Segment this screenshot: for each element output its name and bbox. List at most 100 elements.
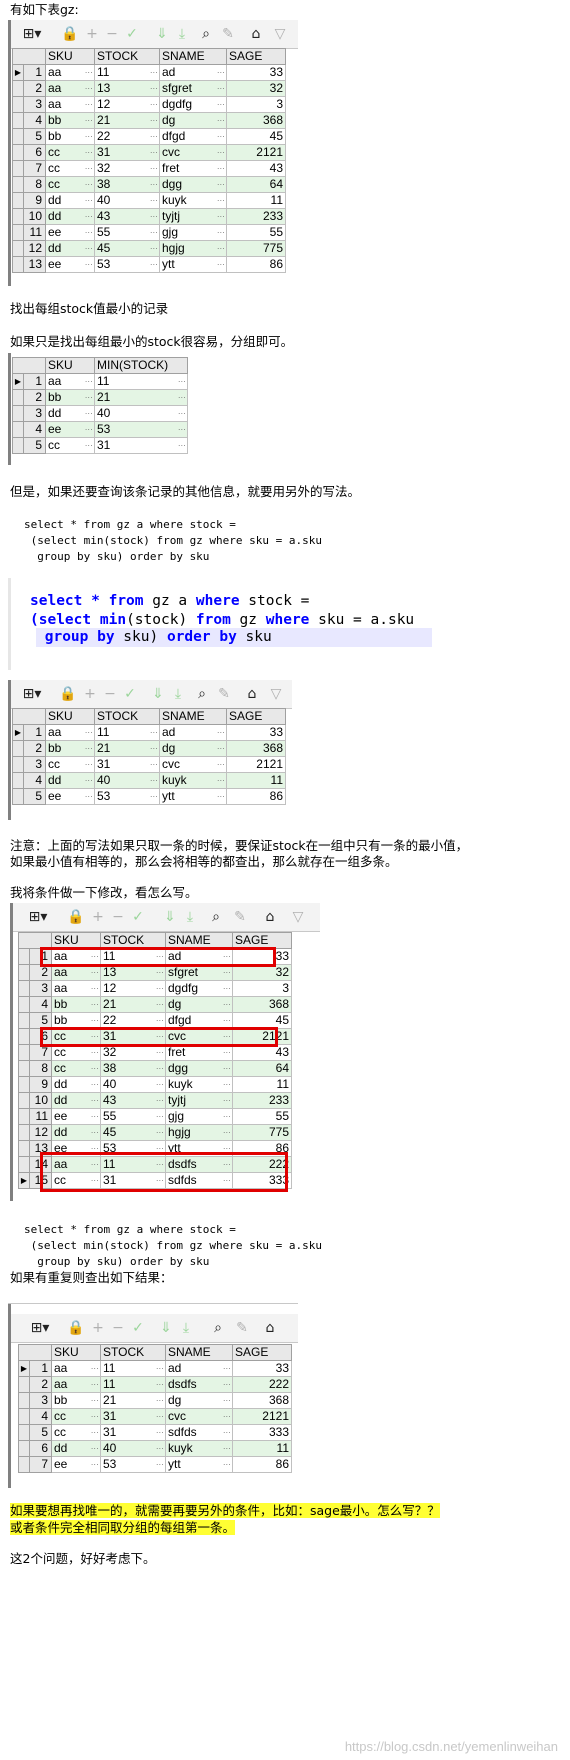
table-cell[interactable]: 333	[232, 1424, 292, 1441]
delete-row-icon[interactable]: −	[101, 680, 119, 708]
table-row[interactable]: 5 bb ··· 22 ··· dfgd ··· 45	[12, 128, 286, 145]
cell-editor-icon[interactable]: ···	[148, 240, 160, 257]
cell-editor-icon[interactable]: ···	[221, 1456, 233, 1473]
cell-editor-icon[interactable]: ···	[215, 724, 227, 741]
table-cell[interactable]: 32	[93, 160, 149, 177]
cell-editor-icon[interactable]: ···	[148, 740, 160, 757]
cell-editor-icon[interactable]: ···	[215, 256, 227, 273]
table-row[interactable]: 5 cc ··· 31 ··· sdfds ··· 333	[18, 1424, 292, 1441]
cell-editor-icon[interactable]: ···	[154, 1108, 166, 1125]
table-row[interactable]: 9 dd ··· 40 ··· kuyk ··· 11	[12, 192, 286, 209]
table-cell[interactable]: 3	[232, 980, 292, 997]
table-cell[interactable]: 13	[93, 80, 149, 97]
fetch-all-icon[interactable]: ⤓	[173, 20, 191, 48]
export-icon[interactable]: ⌂	[247, 20, 265, 48]
cell-editor-icon[interactable]: ···	[215, 192, 227, 209]
table-cell[interactable]: 86	[226, 788, 286, 805]
table-cell[interactable]: ad	[158, 64, 216, 81]
table-row[interactable]: 3 aa ··· 12 ··· dgdfg ··· 3	[18, 980, 292, 997]
add-row-icon[interactable]: +	[81, 680, 99, 708]
fetch-all-icon[interactable]: ⤓	[169, 680, 187, 708]
table-cell[interactable]: ad	[158, 724, 216, 741]
table-cell[interactable]: 21	[93, 740, 149, 757]
post-icon[interactable]: ✓	[129, 1314, 147, 1342]
cell-editor-icon[interactable]: ···	[176, 437, 188, 454]
add-row-icon[interactable]: +	[83, 20, 101, 48]
table-cell[interactable]: 53	[99, 1456, 155, 1473]
table-cell[interactable]: 31	[99, 1424, 155, 1441]
clear-icon[interactable]: ✎	[215, 680, 233, 708]
cell-editor-icon[interactable]: ···	[83, 80, 95, 97]
table-cell[interactable]: dsdfs	[164, 1376, 222, 1393]
table-cell[interactable]: ee	[44, 421, 84, 438]
cell-editor-icon[interactable]: ···	[154, 1092, 166, 1109]
cell-editor-icon[interactable]: ···	[83, 240, 95, 257]
table-cell[interactable]: ytt	[164, 1456, 222, 1473]
cell-editor-icon[interactable]: ···	[154, 1392, 166, 1409]
column-header[interactable]: SAGE	[232, 1344, 292, 1361]
cell-editor-icon[interactable]: ···	[154, 1076, 166, 1093]
table-row[interactable]: 2 bb ··· 21 ··· dg ··· 368	[12, 740, 286, 757]
cell-editor-icon[interactable]: ···	[83, 192, 95, 209]
table-cell[interactable]: 33	[232, 1360, 292, 1377]
cell-editor-icon[interactable]: ···	[83, 256, 95, 273]
table-row[interactable]: 12 dd ··· 45 ··· hgjg ··· 775	[12, 240, 286, 257]
export-icon[interactable]: ⌂	[261, 1314, 279, 1342]
table-cell[interactable]: 233	[226, 208, 286, 225]
table-cell[interactable]: 11	[226, 772, 286, 789]
export-icon[interactable]: ⌂	[243, 680, 261, 708]
table-cell[interactable]: dd	[50, 1440, 90, 1457]
table-cell[interactable]: 11	[99, 1376, 155, 1393]
table-cell[interactable]: dd	[50, 1092, 90, 1109]
table-cell[interactable]: 55	[226, 224, 286, 241]
table-cell[interactable]: 21	[93, 389, 177, 406]
column-header[interactable]: SNAME	[159, 48, 227, 65]
table-cell[interactable]: 40	[93, 772, 149, 789]
table-cell[interactable]: 55	[93, 224, 149, 241]
table-cell[interactable]: cc	[44, 176, 84, 193]
column-header[interactable]: SNAME	[159, 708, 227, 725]
cell-editor-icon[interactable]: ···	[221, 1360, 233, 1377]
corner-cell[interactable]	[12, 708, 46, 725]
table-row[interactable]: 10 dd ··· 43 ··· tyjtj ··· 233	[12, 208, 286, 225]
cell-editor-icon[interactable]: ···	[154, 1124, 166, 1141]
table-row[interactable]: 2 aa ··· 11 ··· dsdfs ··· 222	[18, 1376, 292, 1393]
table-cell[interactable]: 33	[226, 724, 286, 741]
table-cell[interactable]: bb	[50, 996, 90, 1013]
table-cell[interactable]: 12	[93, 96, 149, 113]
cell-editor-icon[interactable]: ···	[215, 128, 227, 145]
cell-editor-icon[interactable]: ···	[148, 224, 160, 241]
table-cell[interactable]: 40	[93, 405, 177, 422]
cell-editor-icon[interactable]: ···	[215, 772, 227, 789]
table-cell[interactable]: dd	[44, 772, 84, 789]
table-cell[interactable]: dgdfg	[164, 980, 222, 997]
column-header[interactable]: SAGE	[226, 48, 286, 65]
delete-row-icon[interactable]: −	[103, 20, 121, 48]
table-row[interactable]: 4 bb ··· 21 ··· dg ··· 368	[12, 112, 286, 129]
table-row[interactable]: 5 ee ··· 53 ··· ytt ··· 86	[12, 788, 286, 805]
cell-editor-icon[interactable]: ···	[215, 160, 227, 177]
table-cell[interactable]: 40	[99, 1076, 155, 1093]
table-cell[interactable]: 11	[93, 724, 149, 741]
column-header[interactable]: SKU	[45, 708, 95, 725]
cell-editor-icon[interactable]: ···	[221, 1092, 233, 1109]
table-cell[interactable]: dfgd	[158, 128, 216, 145]
cell-editor-icon[interactable]: ···	[154, 1408, 166, 1425]
cell-editor-icon[interactable]: ···	[89, 1440, 101, 1457]
table-cell[interactable]: 53	[93, 421, 177, 438]
table-row[interactable]: 11 ee ··· 55 ··· gjg ··· 55	[12, 224, 286, 241]
table-row[interactable]: 2 aa ··· 13 ··· sfgret ··· 32	[12, 80, 286, 97]
table-cell[interactable]: 2121	[226, 756, 286, 773]
table-row[interactable]: ▶ 1 aa ··· 11 ··· ad ··· 33	[12, 64, 286, 81]
dropdown-icon[interactable]: ▽	[289, 903, 307, 931]
table-cell[interactable]: 368	[226, 112, 286, 129]
table-cell[interactable]: gjg	[164, 1108, 222, 1125]
dropdown-icon[interactable]: ▽	[267, 680, 285, 708]
column-header[interactable]: SNAME	[165, 1344, 233, 1361]
table-cell[interactable]: 11	[93, 373, 177, 390]
table-cell[interactable]: ee	[44, 224, 84, 241]
cell-editor-icon[interactable]: ···	[89, 1076, 101, 1093]
column-header[interactable]: STOCK	[100, 1344, 166, 1361]
table-row[interactable]: ▶ 1 aa ··· 11 ··· ad ··· 33	[12, 724, 286, 741]
cell-editor-icon[interactable]: ···	[215, 240, 227, 257]
